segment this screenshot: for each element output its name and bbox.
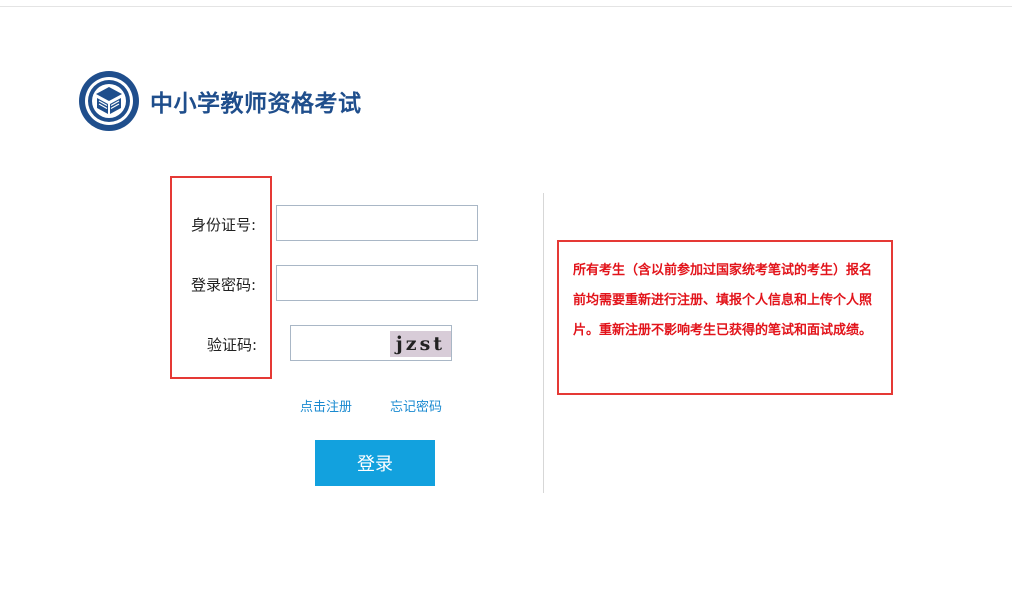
vertical-divider (543, 193, 544, 493)
notice-text: 所有考生（含以前参加过国家统考笔试的考生）报名前均需要重新进行注册、填报个人信息… (573, 263, 873, 338)
password-input[interactable] (276, 265, 478, 301)
id-number-input[interactable] (276, 205, 478, 241)
top-bar (0, 0, 1012, 7)
register-link[interactable]: 点击注册 (300, 396, 352, 415)
captcha-image[interactable]: jzst (390, 331, 451, 357)
notice-box: 所有考生（含以前参加过国家统考笔试的考生）报名前均需要重新进行注册、填报个人信息… (557, 240, 893, 395)
forgot-password-link[interactable]: 忘记密码 (390, 396, 442, 415)
captcha-label: 验证码: (207, 336, 258, 354)
password-label: 登录密码: (191, 276, 257, 294)
login-button[interactable]: 登录 (315, 440, 435, 486)
id-number-label: 身份证号: (191, 216, 257, 234)
site-title: 中小学教师资格考试 (150, 91, 362, 117)
exam-logo-icon (79, 71, 139, 131)
